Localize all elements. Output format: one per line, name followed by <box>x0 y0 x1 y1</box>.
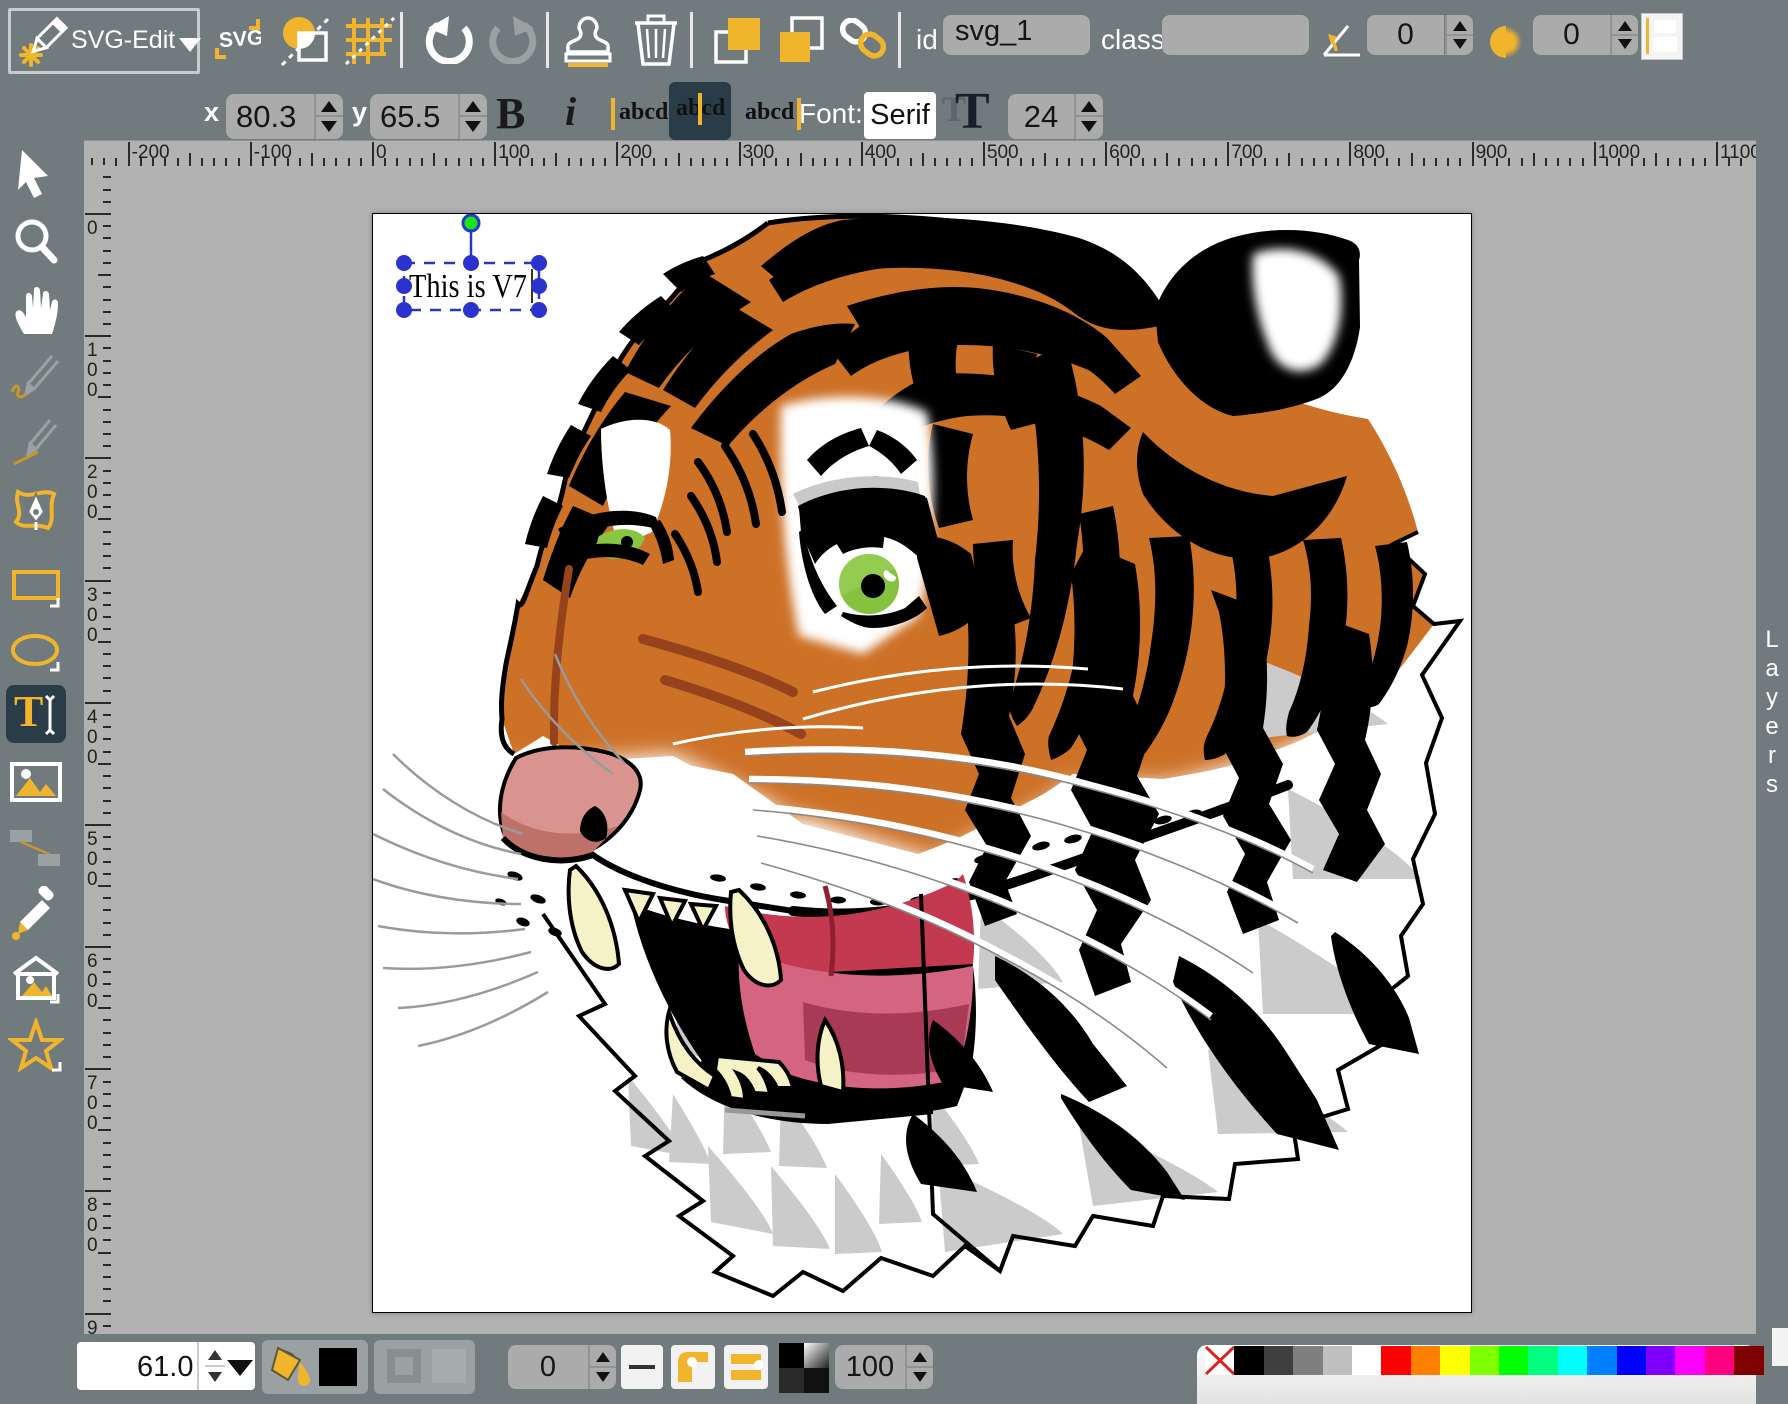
svg-text:SVG: SVG <box>218 26 261 52</box>
svg-text:T: T <box>14 687 43 736</box>
svg-text:This is V7: This is V7 <box>409 268 527 305</box>
